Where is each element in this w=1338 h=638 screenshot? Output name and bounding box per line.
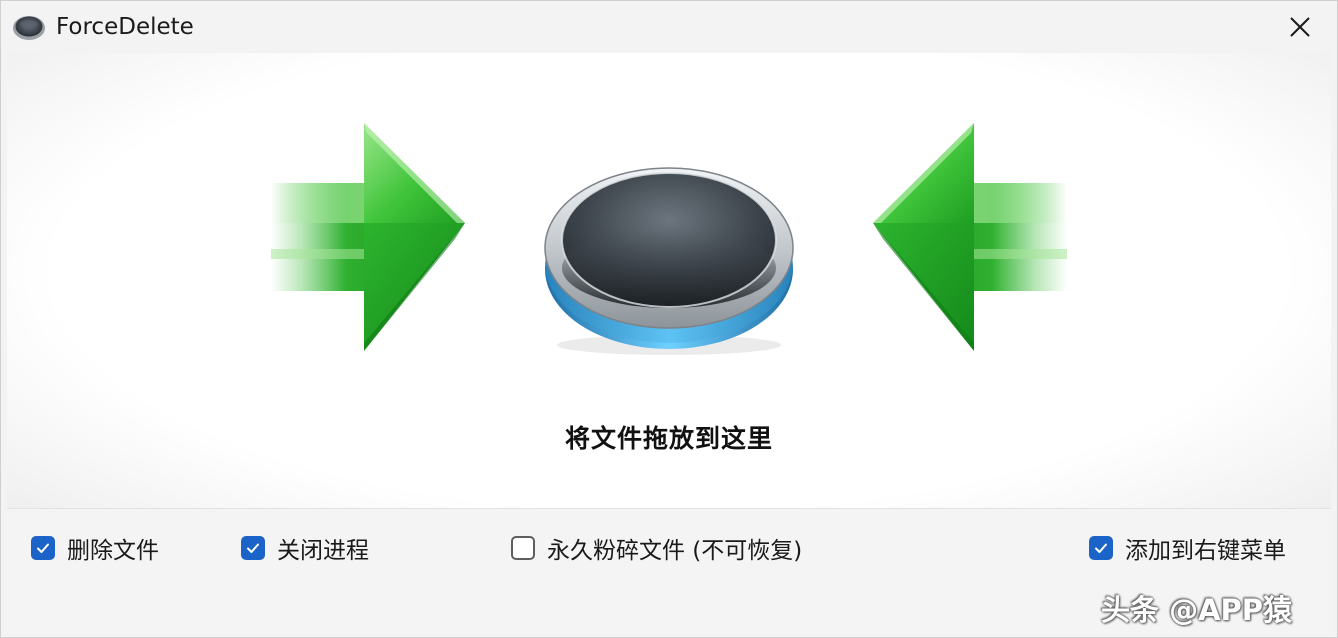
checkbox-permanent-shred[interactable] bbox=[511, 536, 535, 560]
green-arrow-right-icon bbox=[271, 123, 465, 351]
close-button[interactable] bbox=[1263, 1, 1337, 53]
option-add-context-menu[interactable]: 添加到右键菜单 bbox=[1089, 533, 1286, 564]
green-arrow-left-icon bbox=[873, 123, 1067, 351]
close-icon bbox=[1290, 17, 1310, 37]
checkmark-icon bbox=[1095, 543, 1107, 553]
checkbox-close-process[interactable] bbox=[241, 536, 265, 560]
options-bar: 删除文件 关闭进程 永久粉碎文件 (不可恢复) 添加到右键菜单 头条 @APP猿 bbox=[7, 508, 1331, 634]
window-title: ForceDelete bbox=[56, 14, 194, 40]
option-permanent-shred[interactable]: 永久粉碎文件 (不可恢复) bbox=[511, 533, 803, 564]
title-bar[interactable]: ForceDelete bbox=[1, 1, 1337, 53]
option-close-process[interactable]: 关闭进程 bbox=[241, 533, 369, 564]
app-window: ForceDelete 将文件拖放到这里 删除文件 关闭进程 永久粉碎文件 (不… bbox=[0, 0, 1338, 638]
option-label: 关闭进程 bbox=[277, 538, 369, 564]
drop-zone[interactable]: 将文件拖放到这里 bbox=[7, 53, 1331, 508]
checkbox-delete-file[interactable] bbox=[31, 536, 55, 560]
checkbox-add-context-menu[interactable] bbox=[1089, 536, 1113, 560]
option-label: 添加到右键菜单 bbox=[1125, 538, 1286, 564]
hole-disc-icon bbox=[13, 16, 45, 40]
watermark: 头条 @APP猿 bbox=[1101, 593, 1293, 627]
checkmark-icon bbox=[247, 543, 259, 553]
drop-instruction: 将文件拖放到这里 bbox=[564, 424, 773, 453]
option-label: 删除文件 bbox=[67, 538, 159, 564]
option-label: 永久粉碎文件 (不可恢复) bbox=[547, 538, 803, 564]
checkmark-icon bbox=[37, 543, 49, 553]
option-delete-file[interactable]: 删除文件 bbox=[31, 533, 159, 564]
black-hole-icon bbox=[544, 150, 794, 355]
